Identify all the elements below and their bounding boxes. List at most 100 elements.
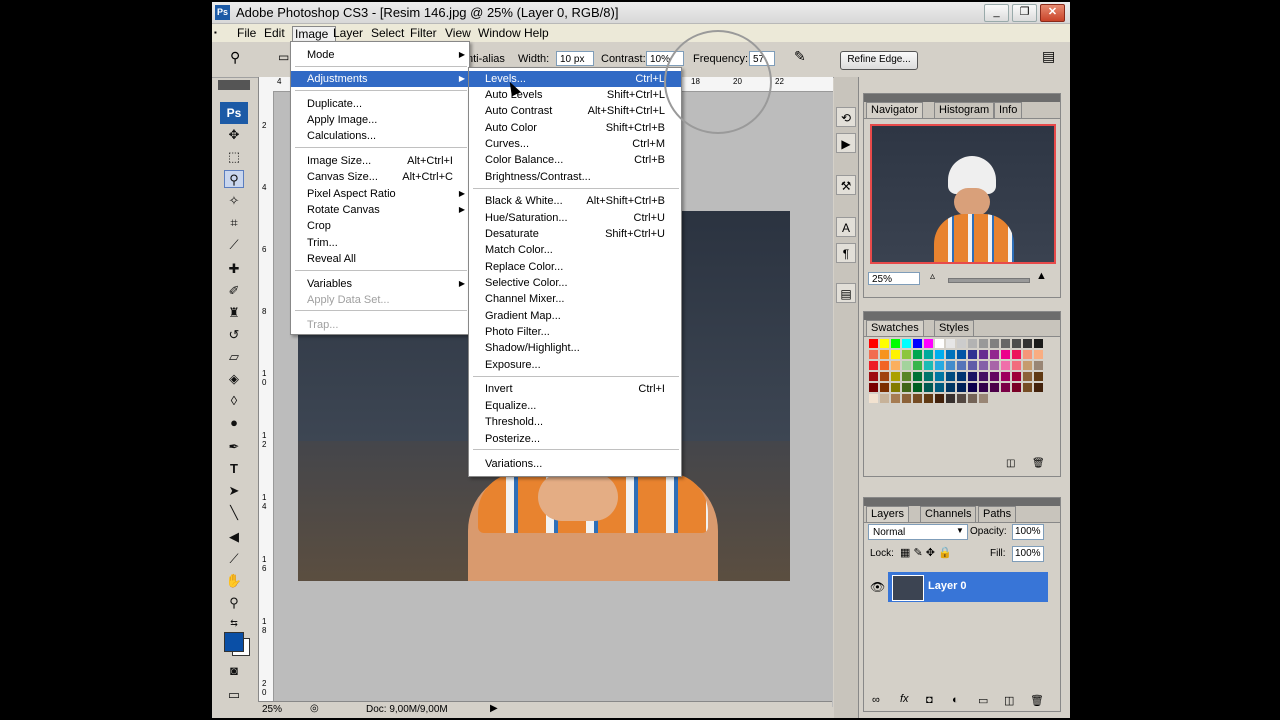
layer-group-icon[interactable]: ▭ (978, 694, 988, 707)
workspace-icon[interactable]: ▤ (1042, 48, 1055, 65)
menu-window[interactable]: Window (478, 26, 521, 40)
width-input[interactable]: 10 px (556, 51, 594, 66)
color-swatch[interactable] (879, 382, 890, 393)
menu-item[interactable]: Mode ▶ (291, 47, 469, 63)
fill-input[interactable]: 100% (1012, 546, 1044, 562)
status-info-icon[interactable]: ◎ (310, 703, 319, 714)
color-swatch[interactable] (978, 338, 989, 349)
color-swatch[interactable] (967, 382, 978, 393)
color-swatch[interactable] (934, 371, 945, 382)
color-swatch[interactable] (1033, 338, 1044, 349)
menu-item[interactable]: Brightness/Contrast... (469, 169, 681, 185)
swap-colors-icon[interactable]: ⇆ (224, 614, 244, 632)
layer-fx-icon[interactable]: fx (900, 693, 909, 705)
color-swatch[interactable] (1022, 371, 1033, 382)
menu-item[interactable]: Replace Color... (469, 259, 681, 275)
color-swatch[interactable] (901, 349, 912, 360)
menu-layer[interactable]: Layer (333, 26, 363, 40)
menu-view[interactable]: View (445, 26, 471, 40)
menu-item[interactable]: Gradient Map... (469, 308, 681, 324)
restore-button[interactable]: ❐ (1012, 4, 1037, 22)
menu-select[interactable]: Select (371, 26, 404, 40)
menu-item[interactable]: Auto Color Shift+Ctrl+B (469, 120, 681, 136)
color-swatch[interactable] (879, 360, 890, 371)
menu-item[interactable]: Color Balance... Ctrl+B (469, 152, 681, 168)
color-swatch[interactable] (978, 371, 989, 382)
magnetic-lasso-icon[interactable]: ⚲ (230, 49, 240, 66)
menu-item[interactable]: Match Color... (469, 242, 681, 258)
color-swatch[interactable] (1022, 360, 1033, 371)
color-swatch[interactable] (989, 360, 1000, 371)
tab-layers[interactable]: Layers (866, 506, 910, 522)
layer-visibility-eye-icon[interactable]: 👁 (870, 580, 885, 594)
color-swatch[interactable] (890, 360, 901, 371)
screen-mode-icon[interactable]: ▭ (224, 686, 244, 704)
antialias-label[interactable]: nti-alias (467, 53, 505, 65)
menu-item[interactable]: Black & White... Alt+Shift+Ctrl+B (469, 193, 681, 209)
color-swatch[interactable] (978, 360, 989, 371)
panel-header[interactable] (864, 94, 1060, 102)
layer-row[interactable]: Layer 0 (888, 572, 1048, 602)
paragraph-panel-icon[interactable]: ¶ (836, 243, 856, 263)
color-swatch[interactable] (868, 382, 879, 393)
color-swatch[interactable] (923, 393, 934, 404)
color-swatch[interactable] (890, 382, 901, 393)
slice-tool-icon[interactable]: ⟋ (224, 236, 244, 254)
color-swatch[interactable] (989, 338, 1000, 349)
toolbox-header[interactable] (218, 80, 250, 90)
actions-panel-icon[interactable]: ▶ (836, 133, 856, 153)
tab-channels[interactable]: Channels (920, 506, 977, 522)
healing-brush-tool-icon[interactable]: ✚ (224, 260, 244, 278)
blur-tool-icon[interactable]: ◊ (224, 392, 244, 410)
tab-info[interactable]: Info (994, 102, 1023, 118)
color-swatch[interactable] (1033, 349, 1044, 360)
color-swatch[interactable] (923, 349, 934, 360)
menu-item[interactable]: Levels... Ctrl+L (469, 71, 681, 87)
menu-item[interactable]: Selective Color... (469, 275, 681, 291)
color-swatch[interactable] (956, 360, 967, 371)
tool-presets-icon[interactable]: ⚒ (836, 175, 856, 195)
zoom-in-icon[interactable]: ▲ (1036, 270, 1047, 282)
menu-filter[interactable]: Filter (410, 26, 437, 40)
navigator-zoom-slider[interactable] (948, 278, 1030, 283)
color-swatch[interactable] (890, 349, 901, 360)
type-tool-icon[interactable]: T (224, 460, 244, 478)
color-swatch[interactable] (934, 338, 945, 349)
document-icon[interactable]: ▪ (214, 28, 217, 37)
blend-dropdown-icon[interactable]: ▼ (956, 526, 964, 535)
menu-item[interactable]: Auto Levels Shift+Ctrl+L (469, 87, 681, 103)
tab-swatches[interactable]: Swatches (866, 320, 924, 336)
color-swatch[interactable] (934, 360, 945, 371)
color-swatch[interactable] (912, 360, 923, 371)
menu-item[interactable]: Hue/Saturation... Ctrl+U (469, 210, 681, 226)
color-swatch[interactable] (901, 338, 912, 349)
menu-item[interactable]: Pixel Aspect Ratio ▶ (291, 186, 469, 202)
menu-edit[interactable]: Edit (264, 26, 285, 40)
menu-item[interactable]: Duplicate... (291, 96, 469, 112)
color-swatch[interactable] (989, 382, 1000, 393)
menu-item[interactable]: Apply Image... (291, 112, 469, 128)
color-swatch[interactable] (1011, 382, 1022, 393)
eyedropper-tool-icon[interactable]: ⟋ (224, 550, 244, 568)
menu-item[interactable]: Variables ▶ (291, 276, 469, 292)
menu-item[interactable]: Posterize... (469, 431, 681, 447)
panel-header[interactable] (864, 498, 1060, 506)
minimize-button[interactable]: _ (984, 4, 1009, 22)
marquee-tool-icon[interactable]: ⬚ (224, 148, 244, 166)
color-swatch[interactable] (868, 393, 879, 404)
color-swatch[interactable] (956, 382, 967, 393)
eraser-tool-icon[interactable]: ▱ (224, 348, 244, 366)
menu-item[interactable]: Adjustments ▶ (291, 71, 469, 87)
color-swatch[interactable] (978, 393, 989, 404)
menu-item[interactable]: Rotate Canvas ▶ (291, 202, 469, 218)
status-zoom[interactable]: 25% (262, 704, 282, 715)
path-selection-tool-icon[interactable]: ➤ (224, 482, 244, 500)
character-panel-icon[interactable]: A (836, 217, 856, 237)
layer-link-icon[interactable]: ∞ (872, 694, 880, 706)
brush-tool-icon[interactable]: ✐ (224, 282, 244, 300)
menu-item[interactable]: Photo Filter... (469, 324, 681, 340)
selection-mode-icon[interactable]: ▭ (278, 50, 289, 64)
color-swatch[interactable] (1022, 382, 1033, 393)
move-tool-icon[interactable]: ✥ (224, 126, 244, 144)
opacity-input[interactable]: 100% (1012, 524, 1044, 540)
